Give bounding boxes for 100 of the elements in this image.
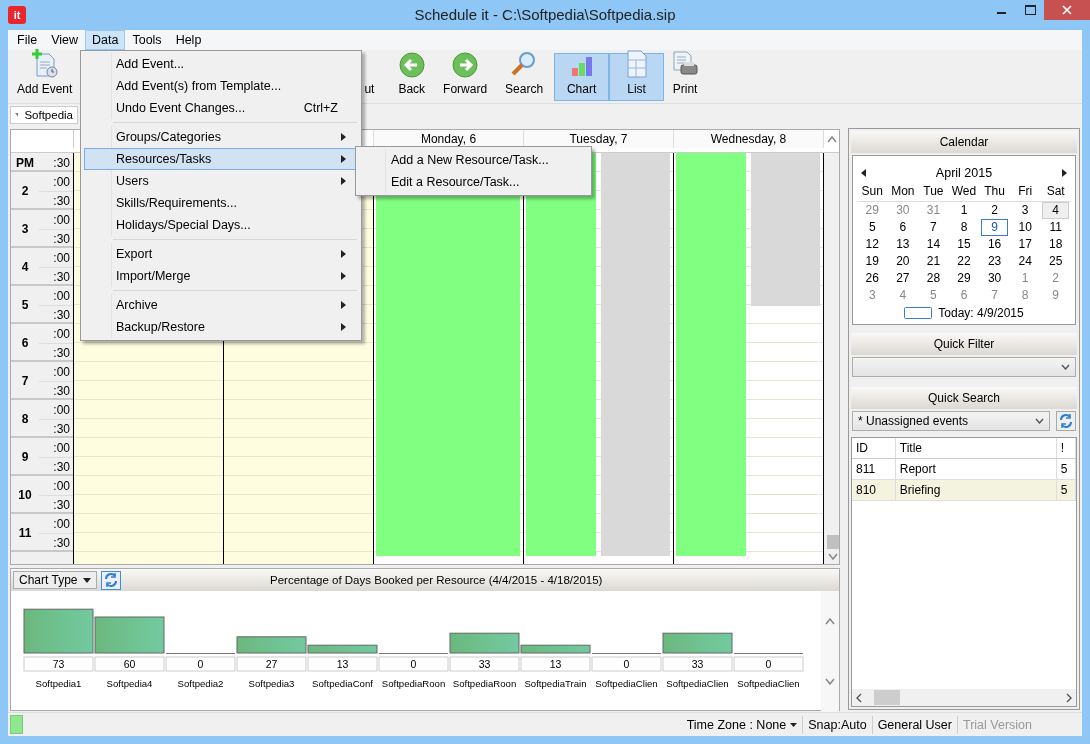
calendar-day[interactable]: 28 [920, 270, 947, 287]
column-header[interactable]: ID [852, 438, 896, 458]
today-link[interactable]: Today: 4/9/2015 [938, 306, 1024, 320]
calendar-day[interactable]: 4 [889, 287, 917, 304]
scroll-left-icon[interactable] [856, 692, 862, 703]
calendar-day[interactable]: 30 [889, 202, 917, 219]
refresh-icon [1058, 413, 1074, 429]
menu-item[interactable]: File [10, 30, 45, 50]
calendar-day[interactable]: 10 [1011, 219, 1039, 236]
calendar-day[interactable]: 7 [981, 287, 1008, 304]
toolbar-button[interactable]: ut [361, 52, 378, 101]
toolbar-button[interactable]: Print [664, 52, 707, 101]
calendar-day[interactable]: 6 [950, 287, 978, 304]
refresh-button[interactable] [101, 570, 122, 590]
scroll-right-icon[interactable] [1066, 692, 1072, 703]
calendar-day[interactable]: 8 [950, 219, 978, 236]
calendar-day[interactable]: 20 [889, 253, 917, 270]
calendar-day[interactable]: 24 [1011, 253, 1039, 270]
scroll-up-icon[interactable] [825, 617, 835, 626]
calendar-day[interactable]: 9 [981, 219, 1008, 236]
scrollbar[interactable] [824, 153, 839, 564]
table-cell: Briefing [895, 480, 1057, 500]
minute-label: :00 [52, 515, 71, 533]
toolbar-button[interactable]: Chart [554, 52, 610, 101]
minute-label: :30 [52, 154, 71, 172]
calendar-day[interactable]: 3 [859, 287, 886, 304]
calendar-day[interactable]: 31 [920, 202, 947, 219]
menu-item[interactable]: Tools [125, 30, 169, 50]
table-row[interactable]: 810 Briefing 5 [852, 480, 1076, 501]
minute-label: :30 [39, 267, 73, 286]
minute-label: :00 [52, 439, 71, 457]
column-header[interactable]: ! [1056, 438, 1076, 458]
calendar-day[interactable]: 22 [950, 253, 978, 270]
toolbar-button[interactable]: Forward [436, 52, 495, 101]
scrollbar[interactable] [852, 689, 1076, 706]
value-label: 33 [662, 656, 733, 672]
submenu-arrow-icon [341, 250, 346, 258]
calendar-day[interactable]: 16 [981, 236, 1008, 253]
user-status: General User [871, 715, 957, 734]
minute-label: :00 [52, 401, 71, 419]
calendar-day[interactable]: 27 [889, 270, 917, 287]
scroll-down-icon[interactable] [828, 553, 838, 561]
menu-item[interactable]: Help [168, 30, 209, 50]
calendar-day[interactable]: 29 [859, 202, 886, 219]
calendar-day[interactable]: 21 [920, 253, 947, 270]
column-header[interactable]: Title [895, 438, 1057, 458]
calendar-day[interactable]: 19 [859, 253, 886, 270]
toolbar-button[interactable]: Back [391, 52, 433, 101]
calendar-day[interactable]: 5 [859, 219, 886, 236]
calendar-day[interactable]: 13 [889, 236, 917, 253]
calendar-day[interactable]: 15 [950, 236, 978, 253]
scrollbar-thumb[interactable] [827, 535, 839, 549]
calendar-day[interactable]: 25 [1042, 253, 1069, 270]
value-label: 60 [94, 656, 165, 672]
hour-label: PM [15, 154, 35, 172]
chart-type-button[interactable]: Chart Type [13, 571, 98, 589]
scrollbar[interactable] [821, 591, 839, 712]
calendar-day[interactable]: 11 [1042, 219, 1069, 236]
calendar-day[interactable]: 1 [950, 202, 978, 219]
previous-month-icon[interactable] [861, 169, 866, 177]
calendar-day[interactable]: 9 [1042, 287, 1069, 304]
minute-label: :30 [39, 343, 73, 362]
calendar-day[interactable]: 8 [1011, 287, 1039, 304]
time-zone-dropdown[interactable]: Time Zone : None [681, 715, 803, 734]
search-dropdown[interactable]: * Unassigned events [852, 411, 1050, 431]
calendar-day[interactable]: 12 [859, 236, 886, 253]
toolbar-button[interactable]: List [609, 52, 665, 101]
next-month-icon[interactable] [1062, 169, 1067, 177]
calendar-day[interactable]: 6 [889, 219, 917, 236]
refresh-button[interactable] [1056, 411, 1076, 431]
calendar-day[interactable]: 14 [920, 236, 947, 253]
toolbar-button[interactable]: Add Event [10, 52, 80, 101]
calendar-day[interactable]: 7 [920, 219, 947, 236]
menu-item[interactable]: View [44, 30, 86, 50]
minute-label: :30 [39, 495, 73, 514]
hour-label: 9 [20, 449, 30, 466]
snap-status: Snap:Auto [802, 715, 872, 734]
menu-item[interactable]: Data [85, 30, 126, 50]
resource-dropdown[interactable]: Softpedia [10, 106, 78, 124]
calendar-day[interactable]: 26 [859, 270, 886, 287]
data-label: 13 [336, 658, 349, 670]
calendar-day[interactable]: 5 [920, 287, 947, 304]
minute-label: :30 [39, 381, 73, 400]
caret-icon [83, 577, 92, 583]
hour-label: 8 [20, 411, 30, 428]
calendar-day[interactable]: 23 [981, 253, 1008, 270]
calendar-day[interactable]: 18 [1042, 236, 1069, 253]
calendar-day[interactable]: 2 [981, 202, 1008, 219]
scroll-down-icon[interactable] [825, 677, 835, 686]
calendar-day[interactable]: 4 [1042, 202, 1069, 219]
calendar-day[interactable]: 17 [1011, 236, 1039, 253]
scroll-up-icon[interactable] [826, 135, 837, 143]
toolbar-button[interactable]: Search [498, 52, 551, 101]
calendar-day[interactable]: 2 [1042, 270, 1069, 287]
calendar-day[interactable]: 29 [950, 270, 978, 287]
calendar-day[interactable]: 1 [1011, 270, 1039, 287]
scrollbar-thumb[interactable] [874, 690, 900, 705]
calendar-day[interactable]: 30 [981, 270, 1008, 287]
minute-label: :00 [52, 287, 71, 305]
calendar-day[interactable]: 3 [1011, 202, 1039, 219]
